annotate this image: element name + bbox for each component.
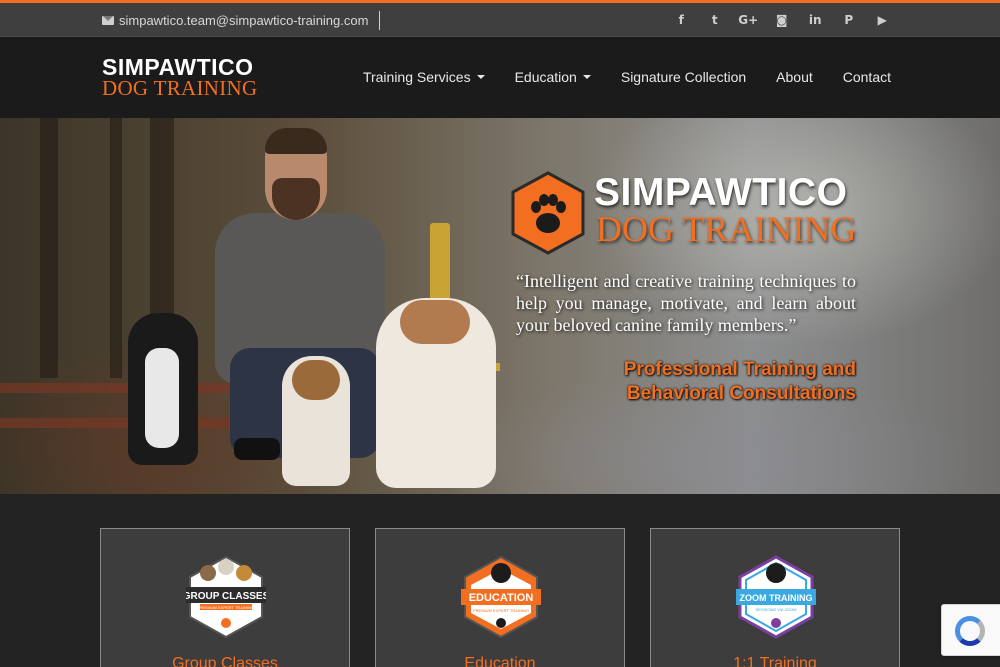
emblem-text: GROUP CLASSES [186,591,266,602]
logo-line-1: SIMPAWTICO [102,54,254,80]
emblem-subtext: PREMIUM EXPERT TRAINING [198,605,254,610]
linkedin-icon[interactable]: in [799,10,833,30]
background-tree [40,118,58,378]
card-title[interactable]: 1:1 Training [651,655,899,667]
paw-badge-icon [511,171,585,255]
facebook-icon[interactable]: f [665,10,699,30]
nav-item-training-services[interactable]: Training Services [363,69,485,85]
jack-russell-head [292,360,340,400]
email-text[interactable]: simpawtico.team@simpawtico-training.com [119,13,368,28]
instagram-icon[interactable]: ◙ [765,10,799,30]
emblem-subtext: SESSIONS VIA ZOOM [756,607,797,612]
top-divider [379,11,380,30]
nav-label: Education [514,69,577,85]
caret-down-icon [476,75,485,79]
nav-item-about[interactable]: About [776,69,813,85]
google-plus-icon[interactable]: G+ [732,10,766,30]
social-links: f t G+ ◙ in P ▶ [665,10,900,30]
top-bar: simpawtico.team@simpawtico-training.com … [0,0,1000,36]
caret-down-icon [582,75,591,79]
card-one-on-one-training[interactable]: ZOOM TRAINING SESSIONS VIA ZOOM 1:1 Trai… [650,528,900,667]
site-logo[interactable]: SIMPAWTICO DOG TRAINING [102,54,258,100]
boston-terrier-chest [145,348,179,448]
pinterest-icon[interactable]: P [832,10,866,30]
emblem-text: ZOOM TRAINING [740,593,813,603]
recaptcha-badge[interactable] [941,604,1000,656]
email-link[interactable]: simpawtico.team@simpawtico-training.com [102,11,368,29]
logo-line-2: DOG TRAINING [102,76,258,100]
recaptcha-icon [955,616,985,646]
youtube-icon[interactable]: ▶ [866,10,900,30]
tagline-line-1: Professional Training and [623,359,856,380]
education-emblem-icon: EDUCATION PREMIUM EXPERT TRAINING [461,555,541,639]
hero-tagline: Professional Training and Behavioral Con… [624,358,856,406]
site-header: SIMPAWTICO DOG TRAINING Training Service… [0,36,1000,118]
emblem-text: EDUCATION [469,592,534,604]
nav-item-education[interactable]: Education [515,69,591,85]
twitter-icon[interactable]: t [698,10,732,30]
card-title[interactable]: Group Classes [101,655,349,667]
nav-label: Training Services [362,69,471,85]
main-nav: Training Services Education Signature Co… [333,69,891,85]
nav-item-signature-collection[interactable]: Signature Collection [621,69,746,85]
zoom-training-emblem-icon: ZOOM TRAINING SESSIONS VIA ZOOM [736,555,816,639]
service-cards: GROUP CLASSES PREMIUM EXPERT TRAINING Gr… [0,494,1000,667]
hero-brand-line-2: DOG TRAINING [596,209,857,249]
nav-label: Contact [842,69,891,85]
emblem-subtext: PREMIUM EXPERT TRAINING [473,608,529,613]
card-education[interactable]: EDUCATION PREMIUM EXPERT TRAINING Educat… [375,528,625,667]
card-title[interactable]: Education [376,655,624,667]
trainer-shoe [234,438,280,460]
bulldog-head [400,300,470,344]
trainer-hair [265,128,327,154]
envelope-icon [102,15,114,25]
nav-label: About [776,69,813,85]
hero-banner: SIMPAWTICO DOG TRAINING “Intelligent and… [0,118,1000,494]
background-tree [110,118,122,378]
group-classes-emblem-icon: GROUP CLASSES PREMIUM EXPERT TRAINING [186,555,266,639]
tagline-line-2: Behavioral Consultations [626,383,856,404]
nav-item-contact[interactable]: Contact [843,69,891,85]
hero-quote: “Intelligent and creative training techn… [516,271,856,335]
nav-label: Signature Collection [620,69,747,85]
card-group-classes[interactable]: GROUP CLASSES PREMIUM EXPERT TRAINING Gr… [100,528,350,667]
hero-brand-line-1: SIMPAWTICO [594,171,848,214]
